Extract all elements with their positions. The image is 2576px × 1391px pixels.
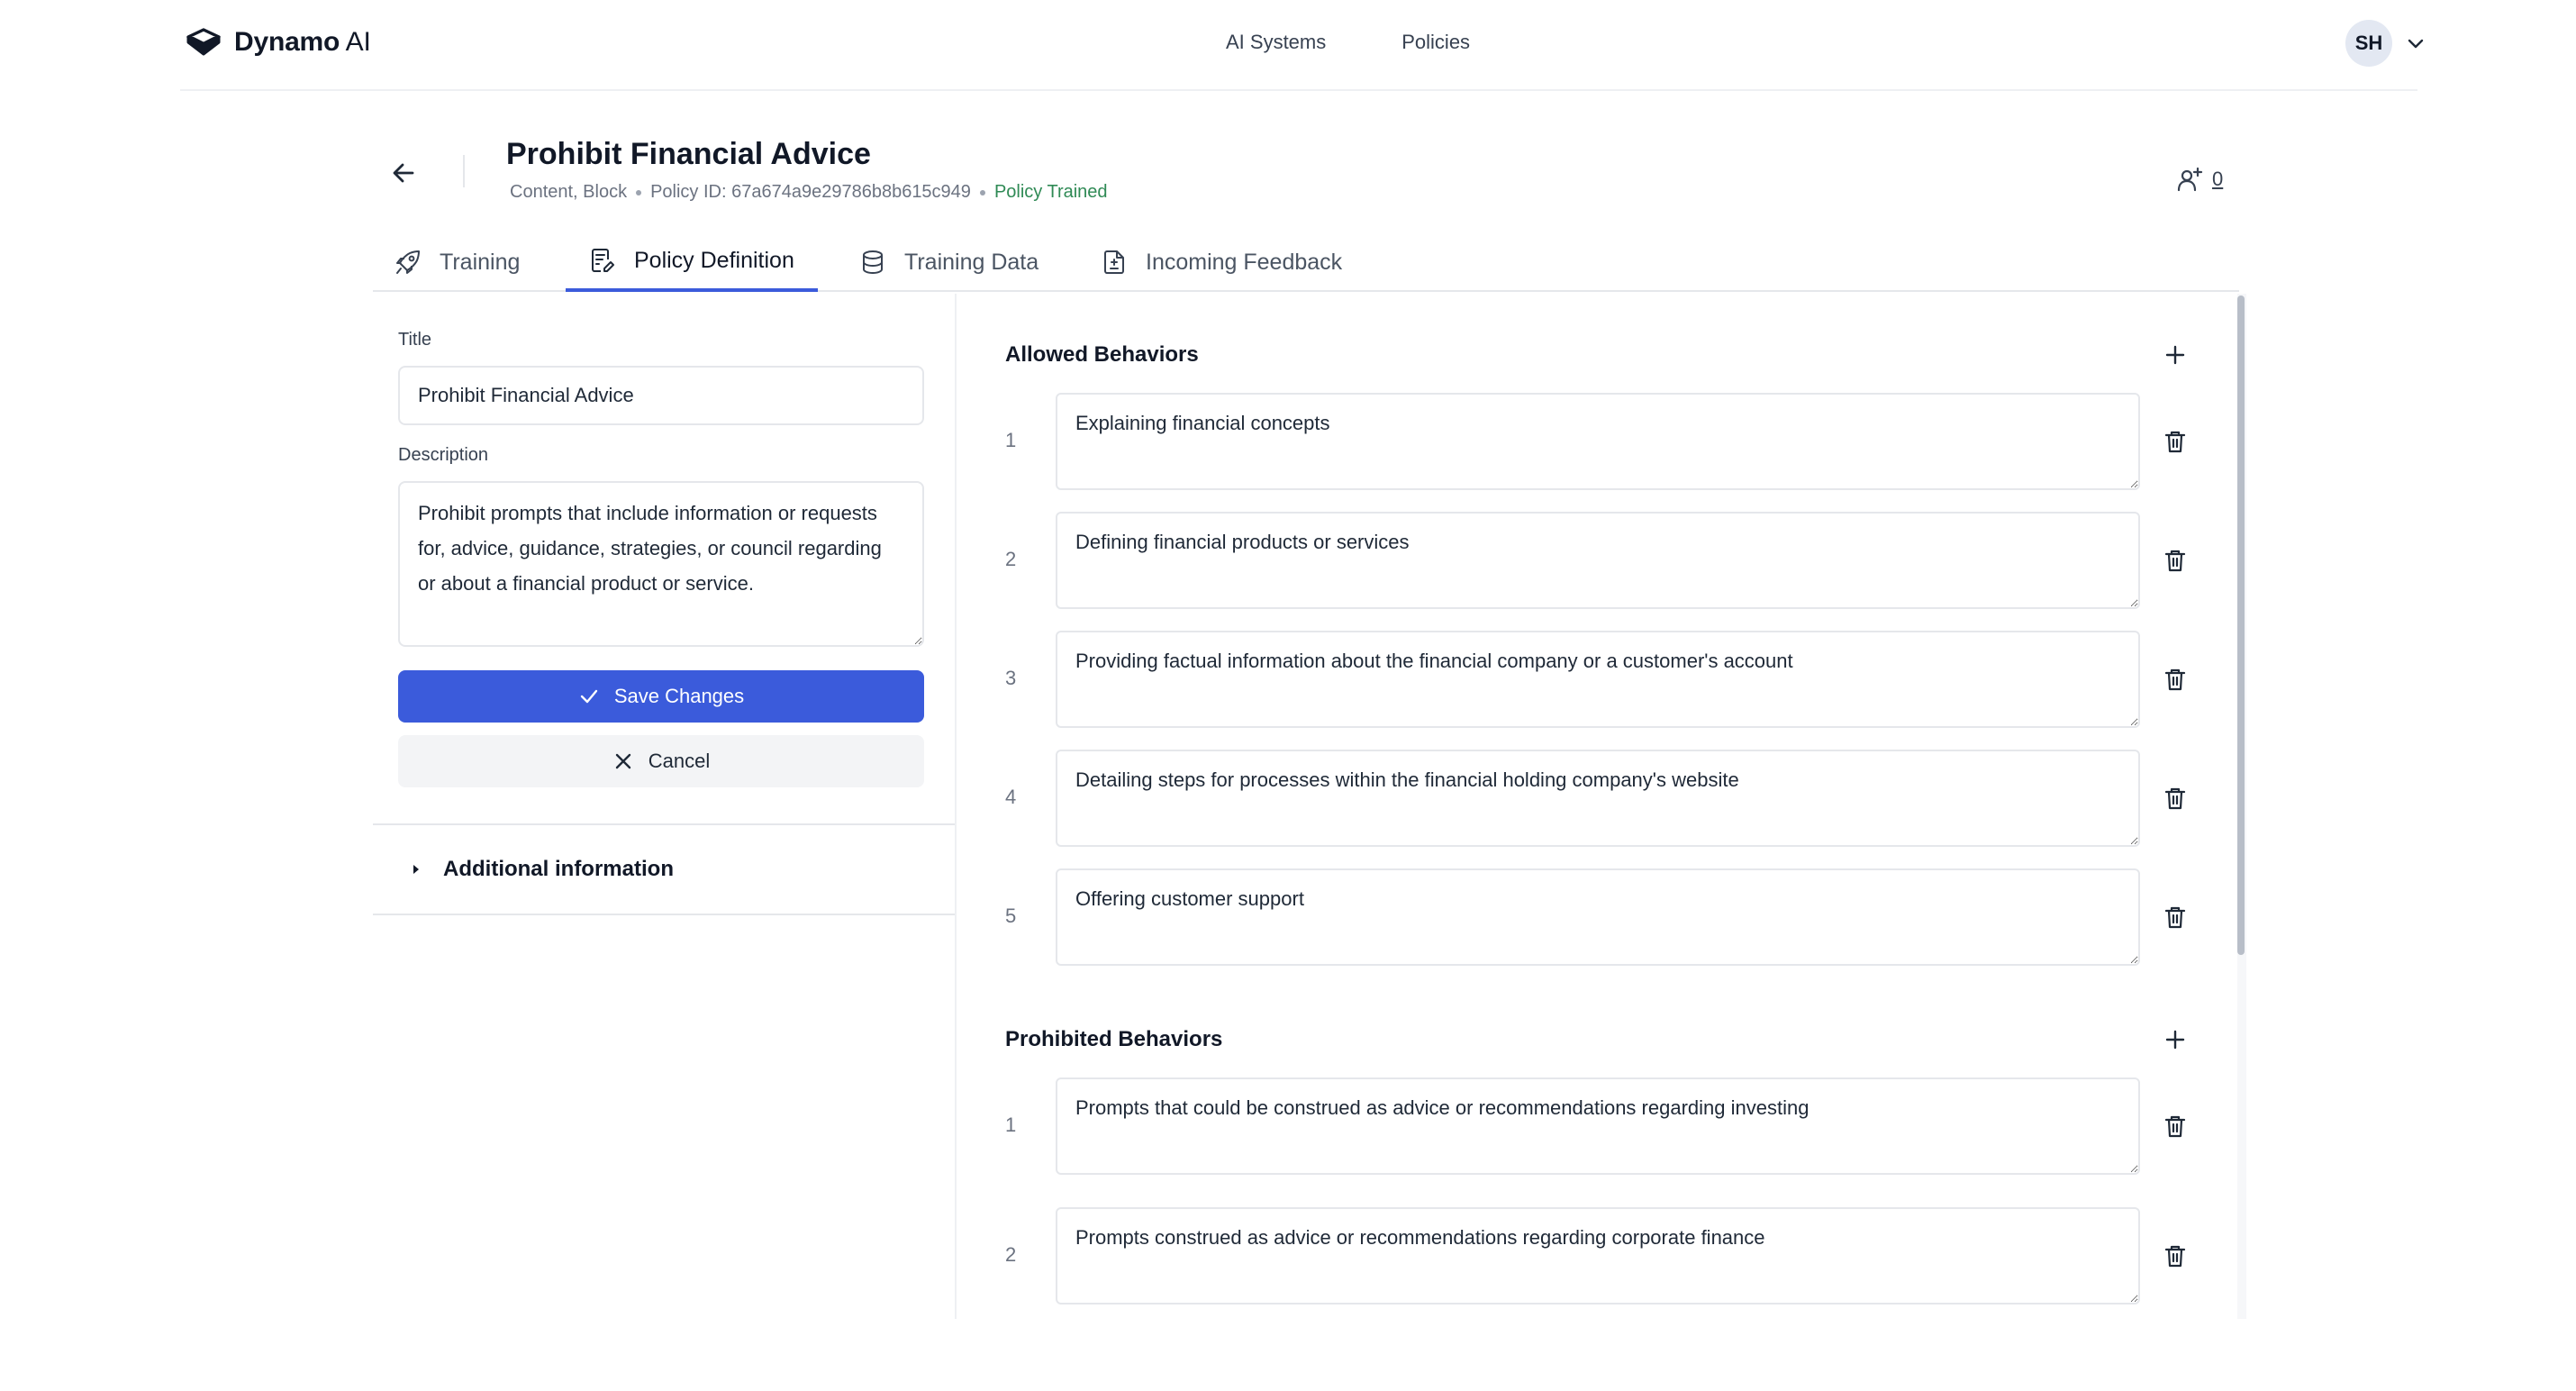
tab-training-data[interactable]: Training Data (859, 232, 1039, 292)
document-edit-icon (592, 249, 614, 272)
row-number: 3 (1005, 667, 1017, 689)
trash-icon[interactable] (2162, 904, 2189, 931)
nav-link-policies[interactable]: Policies (1401, 31, 1470, 54)
tab-training[interactable]: Training (395, 232, 520, 292)
allowed-behaviors-title: Allowed Behaviors (1005, 342, 1199, 367)
cancel-button[interactable]: Cancel (398, 735, 924, 787)
trash-icon[interactable] (2162, 1242, 2189, 1269)
allowed-behavior-input[interactable]: Detailing steps for processes within the… (1056, 750, 2140, 847)
chevron-down-icon[interactable] (2405, 32, 2426, 54)
allowed-behavior-input[interactable]: Defining financial products or services (1056, 512, 2140, 609)
user-avatar[interactable]: SH (2345, 20, 2392, 67)
row-number: 5 (1005, 905, 1017, 927)
add-prohibited-behavior-icon[interactable] (2162, 1026, 2189, 1053)
dynamo-logo-icon (186, 28, 221, 56)
save-label: Save Changes (613, 685, 745, 707)
check-icon (580, 689, 598, 704)
allowed-behavior-input[interactable]: Providing factual information about the … (1056, 631, 2140, 728)
description-label: Description (398, 445, 489, 465)
policy-id: Policy ID: 67a674a9e29786b8b615c949 (650, 182, 971, 202)
brand-logo[interactable]: Dynamo AI (186, 27, 371, 58)
tab-label: Training (440, 249, 521, 275)
separator-dot (636, 189, 642, 195)
header-divider (463, 155, 465, 187)
prohibited-behavior-input[interactable]: Prompts construed as advice or recommend… (1056, 1207, 2140, 1305)
brand-name: Dynamo AI (234, 27, 371, 57)
add-user-icon (2177, 167, 2203, 192)
additional-info-accordion[interactable]: Additional information (373, 823, 955, 915)
tab-label: Incoming Feedback (1146, 249, 1343, 275)
policy-tabs: Training Policy Definition Training Data… (373, 232, 2239, 292)
nav-link-ai-systems[interactable]: AI Systems (1226, 31, 1326, 54)
assignee-count[interactable]: 0 (2212, 168, 2223, 191)
prohibited-behaviors-title: Prohibited Behaviors (1005, 1027, 1223, 1051)
tab-incoming-feedback[interactable]: Incoming Feedback (1101, 232, 1342, 292)
trash-icon[interactable] (2162, 785, 2189, 812)
scrollbar-thumb[interactable] (2237, 295, 2245, 955)
status-badge: Policy Trained (993, 182, 1108, 202)
tab-label: Policy Definition (634, 247, 794, 273)
row-number: 4 (1005, 786, 1017, 808)
caret-right-icon (413, 865, 419, 874)
top-navigation: Dynamo AI AI Systems Policies SH (180, 0, 2424, 91)
save-changes-button[interactable]: Save Changes (398, 670, 924, 723)
behaviors-panel: Allowed Behaviors 1 Explaining financial… (958, 294, 2241, 1319)
prohibited-behavior-input[interactable]: Prompts that could be construed as advic… (1056, 1077, 2140, 1175)
description-textarea[interactable]: Prohibit prompts that include informatio… (398, 481, 924, 647)
rocket-icon (396, 250, 420, 274)
separator-dot (979, 189, 985, 195)
accordion-label: Additional information (443, 857, 674, 881)
add-allowed-behavior-icon[interactable] (2162, 341, 2189, 368)
trash-icon[interactable] (2162, 1113, 2189, 1140)
back-arrow-icon[interactable] (389, 159, 418, 187)
page-title: Prohibit Financial Advice (506, 137, 871, 171)
row-number: 1 (1005, 1114, 1017, 1136)
policy-tags: Content, Block (510, 182, 628, 202)
policy-meta: Content, Block Policy ID: 67a674a9e29786… (510, 182, 1108, 203)
tab-label: Training Data (904, 249, 1039, 275)
title-input[interactable] (398, 366, 924, 425)
row-number: 1 (1005, 429, 1017, 451)
row-number: 2 (1005, 548, 1017, 570)
close-icon (615, 753, 630, 769)
feedback-doc-icon (1104, 250, 1124, 274)
main-nav: AI Systems Policies (1226, 31, 1470, 54)
row-number: 2 (1005, 1243, 1017, 1266)
cancel-label: Cancel (648, 750, 711, 772)
title-label: Title (398, 330, 432, 350)
policy-form-panel: Title Description Prohibit prompts that … (373, 294, 957, 1319)
tab-policy-definition[interactable]: Policy Definition (566, 232, 818, 292)
trash-icon[interactable] (2162, 428, 2189, 455)
assign-reviewers[interactable]: 0 (2176, 166, 2223, 193)
allowed-behavior-input[interactable]: Offering customer support (1056, 868, 2140, 966)
allowed-behavior-input[interactable]: Explaining financial concepts (1056, 393, 2140, 490)
trash-icon[interactable] (2162, 547, 2189, 574)
database-icon (863, 250, 883, 275)
trash-icon[interactable] (2162, 666, 2189, 693)
